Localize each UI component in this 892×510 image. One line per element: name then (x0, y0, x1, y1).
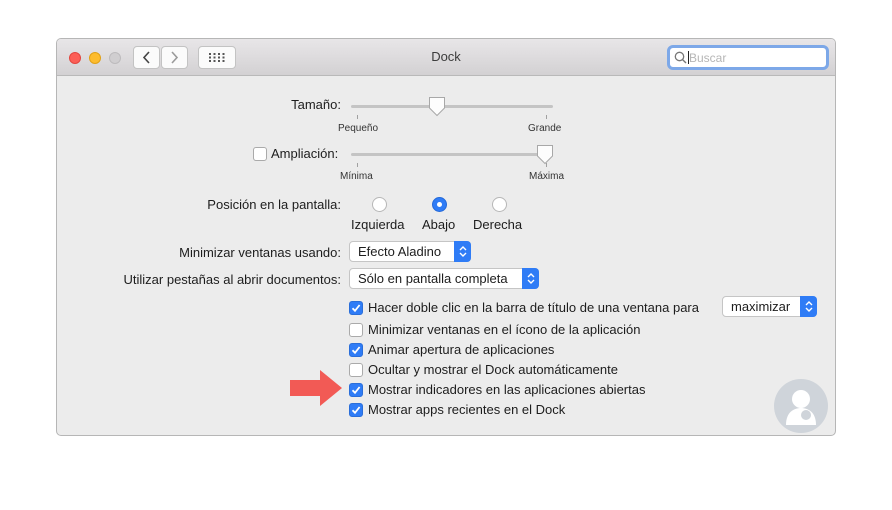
show-indicators-label: Mostrar indicadores en las aplicaciones … (368, 382, 646, 397)
popup-arrows-icon (800, 296, 817, 317)
size-slider-thumb[interactable] (427, 96, 447, 117)
magnification-max-label: Máxima (529, 171, 565, 182)
minimize-label: Minimizar ventanas usando: (179, 245, 341, 260)
size-slider-track[interactable] (351, 105, 553, 108)
minimize-effect-value: Efecto Aladino (358, 244, 442, 259)
size-tick-max (546, 115, 547, 119)
search-icon (674, 51, 687, 64)
position-label: Posición en la pantalla: (207, 197, 341, 212)
radio-left-label: Izquierda (351, 217, 405, 232)
watermark-logo-icon (774, 379, 828, 433)
tabs-popup[interactable]: Sólo en pantalla completa (349, 268, 539, 289)
preferences-window: Dock Buscar Tamaño: Pequeño Grande Ampli… (56, 38, 836, 436)
tabs-label: Utilizar pestañas al abrir documentos: (123, 272, 342, 287)
checkmark-icon (351, 304, 361, 313)
double-click-checkbox[interactable] (349, 301, 363, 315)
double-click-label: Hacer doble clic en la barra de título d… (368, 300, 699, 315)
magnification-checkbox[interactable] (253, 147, 267, 161)
size-label: Tamaño: (291, 97, 341, 112)
popup-arrows-icon (454, 241, 471, 262)
animate-opening-label: Animar apertura de aplicaciones (368, 342, 555, 357)
magnification-slider-thumb[interactable] (535, 144, 555, 165)
autohide-dock-label: Ocultar y mostrar el Dock automáticament… (368, 362, 618, 377)
radio-left[interactable] (372, 197, 387, 212)
minimize-into-icon-label: Minimizar ventanas en el ícono de la apl… (368, 322, 641, 337)
double-click-action-popup[interactable]: maximizar (722, 296, 817, 317)
arrow-annotation-icon (290, 370, 342, 406)
magnification-slider-track[interactable] (351, 153, 553, 156)
size-min-label: Pequeño (338, 123, 379, 134)
show-indicators-checkbox[interactable] (349, 383, 363, 397)
checkmark-icon (351, 346, 361, 355)
show-recent-apps-checkbox[interactable] (349, 403, 363, 417)
checkmark-icon (351, 406, 361, 415)
title-bar: Dock Buscar (57, 39, 835, 76)
magnification-label: Ampliación: (271, 146, 339, 161)
magnification-tick-min (357, 163, 358, 167)
animate-opening-checkbox[interactable] (349, 343, 363, 357)
checkmark-icon (351, 386, 361, 395)
size-tick-min (357, 115, 358, 119)
radio-right[interactable] (492, 197, 507, 212)
radio-bottom[interactable] (432, 197, 447, 212)
radio-bottom-label: Abajo (422, 217, 456, 232)
size-max-label: Grande (528, 123, 562, 134)
minimize-into-icon-checkbox[interactable] (349, 323, 363, 337)
tabs-value: Sólo en pantalla completa (358, 271, 508, 286)
search-field[interactable]: Buscar (667, 45, 829, 70)
search-placeholder: Buscar (689, 51, 727, 65)
magnification-min-label: Mínima (340, 171, 373, 182)
radio-right-label: Derecha (473, 217, 523, 232)
minimize-effect-popup[interactable]: Efecto Aladino (349, 241, 471, 262)
show-recent-apps-label: Mostrar apps recientes en el Dock (368, 402, 566, 417)
autohide-dock-checkbox[interactable] (349, 363, 363, 377)
popup-arrows-icon (522, 268, 539, 289)
double-click-action-value: maximizar (731, 299, 791, 314)
